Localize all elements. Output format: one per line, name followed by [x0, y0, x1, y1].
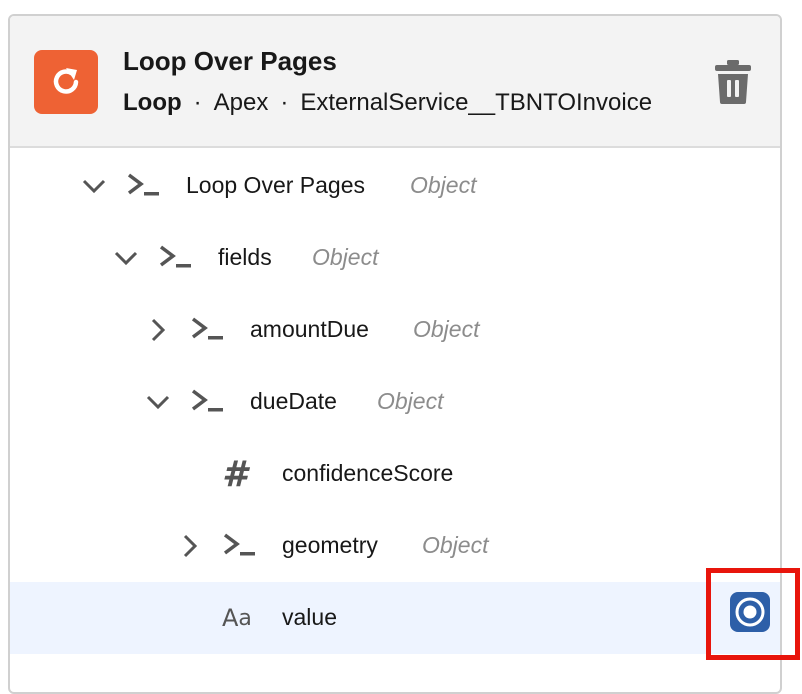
loop-icon [34, 50, 98, 114]
object-icon [190, 380, 226, 424]
tree-item-type: Object [410, 172, 477, 198]
tree-item-label: amountDue [250, 316, 369, 342]
node-source: ExternalService__TBNTOInvoice [300, 89, 653, 116]
trash-icon[interactable] [712, 58, 754, 106]
tree-row-selected[interactable]: Aa value [10, 582, 780, 654]
tree-item-type: Object [377, 388, 444, 414]
chevron-down-icon[interactable] [112, 244, 140, 272]
select-target-button[interactable] [728, 590, 772, 634]
tree-row[interactable]: geometry Object [10, 510, 780, 582]
chevron-down-icon[interactable] [80, 172, 108, 200]
object-icon [158, 236, 194, 280]
tree-row[interactable]: fields Object [10, 222, 780, 294]
tree-item-label: dueDate [250, 388, 337, 414]
object-icon [126, 164, 162, 208]
node-panel: Loop Over Pages Loop · Apex · ExternalServic… [8, 14, 782, 694]
tree-item-type: Object [422, 532, 489, 558]
tree-item-label: fields [218, 244, 272, 270]
tree-item-label: geometry [282, 532, 378, 558]
tree-item-label: value [282, 604, 337, 630]
separator: · [280, 89, 289, 116]
chevron-right-icon[interactable] [176, 532, 204, 560]
chevron-right-icon[interactable] [144, 316, 172, 344]
tree-row[interactable]: amountDue Object [10, 294, 780, 366]
tree-item-label: Loop Over Pages [186, 172, 366, 198]
object-icon [222, 524, 258, 568]
tree-item-type: Object [312, 244, 379, 270]
text-icon: Aa [222, 604, 252, 632]
node-type: Loop [123, 89, 182, 116]
tree-row[interactable]: # confidenceScore [10, 438, 780, 510]
node-subtitle: Loop · Apex · ExternalService__TBNTOInvoice [123, 89, 652, 117]
tree-item-label: confidenceScore [282, 460, 454, 486]
node-title: Loop Over Pages [123, 46, 337, 76]
node-language: Apex [213, 89, 269, 116]
number-icon: # [222, 453, 248, 495]
chevron-down-icon[interactable] [144, 388, 172, 416]
object-icon [190, 308, 226, 352]
separator: · [193, 89, 202, 116]
tree-row[interactable]: Loop Over Pages Object [10, 150, 780, 222]
tree-item-type: Object [413, 316, 480, 342]
node-header: Loop Over Pages Loop · Apex · ExternalServic… [10, 16, 780, 148]
tree-row[interactable]: dueDate Object [10, 366, 780, 438]
target-icon[interactable] [728, 590, 772, 634]
